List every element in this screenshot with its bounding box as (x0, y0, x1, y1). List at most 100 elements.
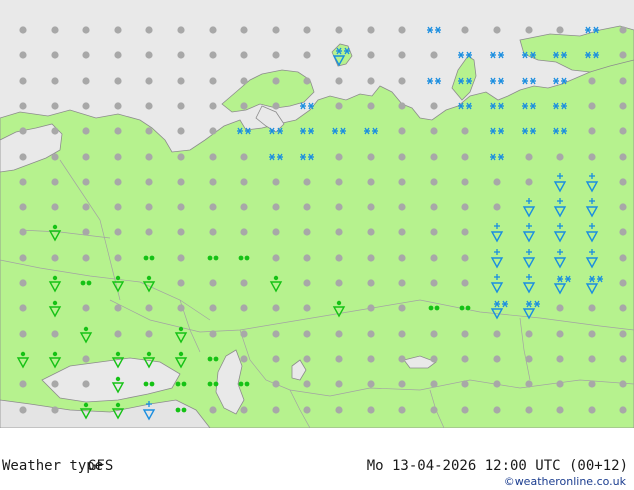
dry-dot (335, 153, 343, 161)
dry-dot (556, 355, 564, 363)
dry-dot (335, 380, 343, 388)
dry-dot (303, 228, 311, 236)
dry-dot (240, 51, 248, 59)
credit-link[interactable]: ©weatheronline.co.uk (504, 475, 626, 488)
dry-dot (493, 330, 501, 338)
dry-dot (240, 330, 248, 338)
dry-dot (367, 254, 375, 262)
dry-dot (114, 228, 122, 236)
dry-dot (82, 304, 90, 312)
dry-dot (51, 102, 59, 110)
dry-dot (588, 77, 596, 85)
dry-dot (177, 26, 185, 34)
dry-dot (209, 203, 217, 211)
dry-dot (240, 153, 248, 161)
dry-dot (177, 203, 185, 211)
dry-dot (430, 355, 438, 363)
dry-dot (461, 178, 469, 186)
dry-dot (398, 228, 406, 236)
dry-dot (335, 228, 343, 236)
dry-dot (177, 77, 185, 85)
dry-dot (114, 51, 122, 59)
dry-dot (114, 203, 122, 211)
dry-dot (19, 77, 27, 85)
dry-dot (525, 26, 533, 34)
dry-dot (367, 406, 375, 414)
dry-dot (556, 406, 564, 414)
dry-dot (367, 279, 375, 287)
dry-dot (556, 304, 564, 312)
dry-dot (51, 51, 59, 59)
dry-dot (303, 178, 311, 186)
dry-dot (145, 153, 153, 161)
dry-dot (493, 26, 501, 34)
dry-dot (493, 406, 501, 414)
dry-dot (209, 228, 217, 236)
dry-dot (209, 77, 217, 85)
dry-dot (398, 406, 406, 414)
dry-dot (619, 77, 627, 85)
dry-dot (493, 355, 501, 363)
dry-dot (240, 228, 248, 236)
dry-dot (145, 178, 153, 186)
dry-dot (430, 102, 438, 110)
dry-dot (272, 51, 280, 59)
dry-dot (556, 380, 564, 388)
dry-dot (114, 304, 122, 312)
dry-dot (367, 178, 375, 186)
dry-dot (619, 153, 627, 161)
dry-dot (619, 355, 627, 363)
dry-dot (177, 228, 185, 236)
dry-dot (272, 380, 280, 388)
map-canvas (0, 0, 634, 428)
dry-dot (588, 153, 596, 161)
dry-dot (619, 102, 627, 110)
dry-dot (588, 330, 596, 338)
dry-dot (209, 127, 217, 135)
dry-dot (525, 380, 533, 388)
dry-dot (240, 406, 248, 414)
dry-dot (114, 26, 122, 34)
dry-dot (82, 254, 90, 262)
dry-dot (430, 330, 438, 338)
dry-dot (19, 51, 27, 59)
dry-dot (303, 279, 311, 287)
dry-dot (461, 203, 469, 211)
dry-dot (619, 228, 627, 236)
dry-dot (145, 330, 153, 338)
dry-dot (303, 203, 311, 211)
dry-dot (588, 102, 596, 110)
dry-dot (19, 380, 27, 388)
dry-dot (209, 51, 217, 59)
dry-dot (303, 51, 311, 59)
dry-dot (82, 127, 90, 135)
dry-dot (145, 51, 153, 59)
dry-dot (19, 26, 27, 34)
dry-dot (240, 203, 248, 211)
dry-dot (209, 330, 217, 338)
dry-dot (335, 254, 343, 262)
dry-dot (303, 26, 311, 34)
dry-dot (114, 102, 122, 110)
dry-dot (177, 254, 185, 262)
dry-dot (525, 406, 533, 414)
dry-dot (619, 279, 627, 287)
dry-dot (619, 51, 627, 59)
dry-dot (177, 127, 185, 135)
dry-dot (51, 153, 59, 161)
dry-dot (177, 279, 185, 287)
dry-dot (335, 279, 343, 287)
dry-dot (209, 406, 217, 414)
dry-dot (461, 279, 469, 287)
dry-dot (619, 203, 627, 211)
dry-dot (272, 330, 280, 338)
dry-dot (240, 355, 248, 363)
dry-dot (114, 77, 122, 85)
dry-dot (335, 77, 343, 85)
dry-dot (588, 380, 596, 388)
dry-dot (272, 355, 280, 363)
dry-dot (619, 127, 627, 135)
dry-dot (82, 228, 90, 236)
dry-dot (367, 304, 375, 312)
map-footer: Weather type GFS Mo 13-04-2026 12:00 UTC… (0, 428, 634, 490)
